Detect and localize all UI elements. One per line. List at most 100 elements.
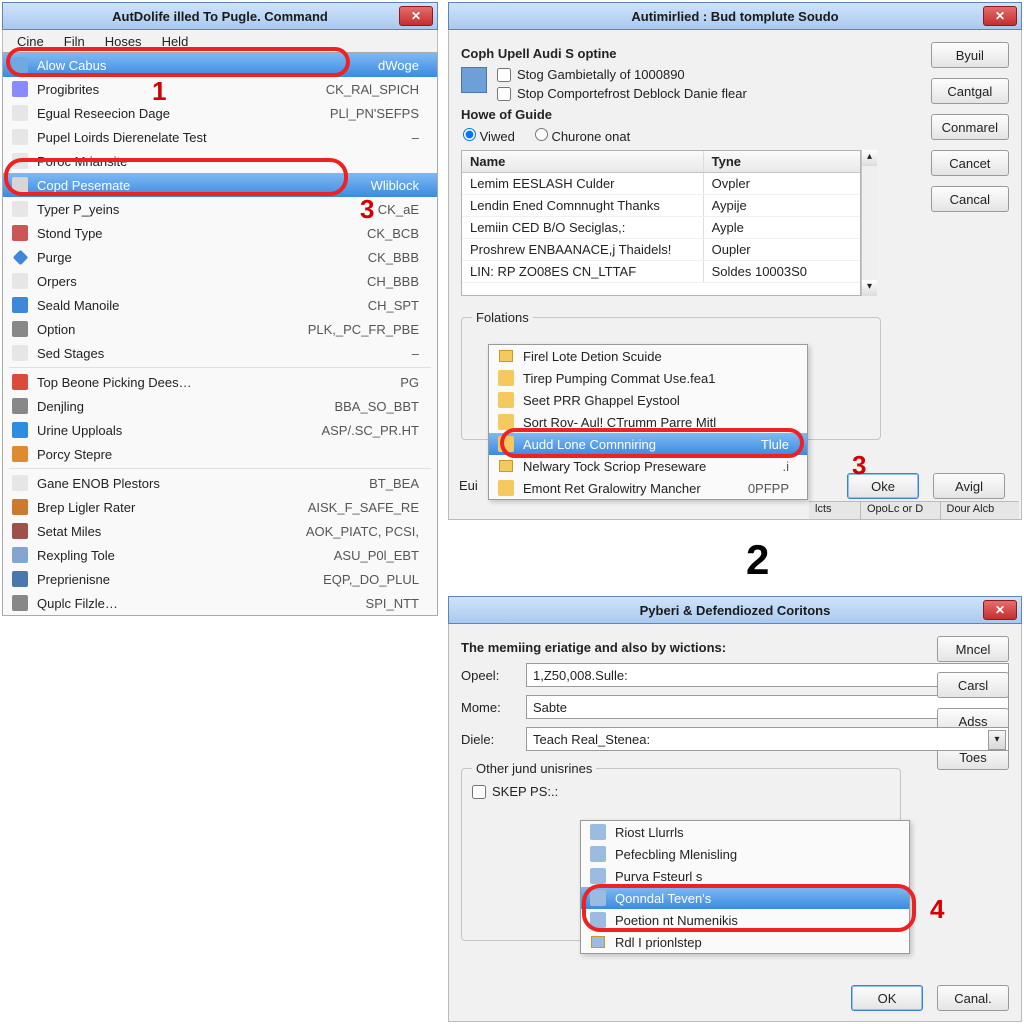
menu-item[interactable]: Gane ENOB PlestorsBT_BEA [3,471,437,495]
menu-item[interactable]: Alow CabusdWoge [3,53,437,77]
combo-diele[interactable]: Teach Real_Stenea: ▾ [526,727,1009,751]
check-2-label: Stop Comportefrost Deblock Danie flear [517,86,747,101]
menu-item[interactable]: PurgeCK_BBB [3,245,437,269]
dropdown-item[interactable]: Qonndal Teven's [581,887,909,909]
context-item[interactable]: Sort Rov- Aul! CTrumm Parre Mitl [489,411,807,433]
menu-item[interactable]: Pupel Loirds Dierenelate Test– [3,125,437,149]
btn-conmarel[interactable]: Conmarel [931,114,1009,140]
table-row[interactable]: Lemim EESLASH CulderOvpler [462,173,860,195]
btn-carsl[interactable]: Carsl [937,672,1009,698]
menu-item[interactable]: Egual Reseecion DagePLl_PN'SEFPS [3,101,437,125]
page-icon [12,571,28,587]
menu-held[interactable]: Held [156,33,195,50]
page-icon [590,890,606,906]
label-diele: Diele: [461,732,516,747]
menu-item-accel: SPI_NTT [366,596,429,611]
window-title-3: Pyberi & Defendiozed Coritons [640,603,831,618]
gear-icon [12,398,28,414]
menu-item[interactable]: Setat MilesAOK_PIATC, PCSI, [3,519,437,543]
menu-item-label: Sed Stages [37,346,404,361]
chevron-down-icon[interactable]: ▾ [988,730,1006,750]
close-icon[interactable]: ✕ [983,6,1017,26]
btn-ok[interactable]: OK [851,985,923,1011]
dropdown-item[interactable]: Purva Fsteurl s [581,865,909,887]
folder-icon [591,936,605,948]
scroll-up-icon[interactable]: ▴ [862,150,877,166]
menu-item[interactable]: Seald ManoileCH_SPT [3,293,437,317]
btn-byuil[interactable]: Byuil [931,42,1009,68]
menu-item-label: Porcy Stepre [37,447,411,462]
btn-cancal[interactable]: Cancal [931,186,1009,212]
menu-item-accel: CK_aE [378,202,429,217]
menu-item[interactable]: Poroc Mriansite [3,149,437,173]
dropdown-item[interactable]: Poetion nt Numenikis [581,909,909,931]
context-item[interactable]: Firel Lote Detion Scuide [489,345,807,367]
menu-item[interactable]: Top Beone Picking Dees…PG [3,370,437,394]
col-header-type[interactable]: Tyne [704,151,860,172]
scrollbar[interactable]: ▴ ▾ [861,150,877,296]
page-icon [590,824,606,840]
menu-item[interactable]: DenjlingBBA_SO_BBT [3,394,437,418]
copy-icon [12,177,28,193]
page-icon [12,153,28,169]
dropdown-item[interactable]: Riost Llurrls [581,821,909,843]
heading-3: The memiing eriatige and also by wiction… [461,640,1009,655]
close-icon[interactable]: ✕ [399,6,433,26]
menu-item[interactable]: Urine UpploalsASP/.SC_PR.HT [3,418,437,442]
menu-hoses[interactable]: Hoses [99,33,148,50]
check-skep[interactable] [472,785,486,799]
menu-item-accel: AOK_PIATC, PCSI, [306,524,429,539]
menu-item[interactable]: OptionPLK,_PC_FR_PBE [3,317,437,341]
context-item[interactable]: Tirep Pumping Commat Use.fea1 [489,367,807,389]
context-item[interactable]: Audd Lone ComnniringTlule [489,433,807,455]
context-item[interactable]: Nelwary Tock Scriop Preseware.i [489,455,807,477]
menu-filn[interactable]: Filn [58,33,91,50]
col-header-name[interactable]: Name [462,151,704,172]
status-2: OpoLc or D [861,502,941,519]
callout-3b: 3 [852,450,866,481]
table-row[interactable]: LIN: RP ZO08ES CN_LTTAFSoldes 10003S0 [462,261,860,283]
table-row[interactable]: Lendin Ened Comnnught ThanksAypije [462,195,860,217]
menu-item[interactable]: PreprienisneEQP,_DO_PLUL [3,567,437,591]
table-row[interactable]: Lemiin CED B/O Seciglas,:Ayple [462,217,860,239]
menu-item[interactable]: Quplc Filzle…SPI_NTT [3,591,437,615]
btn-cantgal[interactable]: Cantgal [931,78,1009,104]
menu-item[interactable]: ProgibritesCK_RAl_SPICH [3,77,437,101]
menu-item-accel: CK_RAl_SPICH [326,82,429,97]
context-item[interactable]: Emont Ret Gralowitry Mancher0PFPP [489,477,807,499]
page-icon [590,868,606,884]
radio-churone[interactable]: Churone onat [535,128,630,144]
menu-item-accel: BT_BEA [369,476,429,491]
menu-item[interactable]: OrpersCH_BBB [3,269,437,293]
dropdown-item[interactable]: Pefecbling Mlenisling [581,843,909,865]
text-icon [12,201,28,217]
close-icon[interactable]: ✕ [983,600,1017,620]
context-item[interactable]: Seet PRR Ghappel Eystool [489,389,807,411]
menu-cine[interactable]: Cine [11,33,50,50]
scroll-down-icon[interactable]: ▾ [862,280,877,296]
menu-item-label: Rexpling Tole [37,548,326,563]
menu-item-label: Pupel Loirds Dierenelate Test [37,130,404,145]
page-icon [590,912,606,928]
menu-item[interactable]: Porcy Stepre [3,442,437,466]
play-icon [12,225,28,241]
check-1[interactable] [497,68,511,82]
radio-viwed[interactable]: Viwed [463,128,515,144]
menu-item[interactable]: Brep Ligler RaterAISK_F_SAFE_RE [3,495,437,519]
check-2[interactable] [497,87,511,101]
btn-mncel[interactable]: Mncel [937,636,1009,662]
dropdown-item[interactable]: Rdl I prionlstep [581,931,909,953]
menu-item-accel: CK_BCB [367,226,429,241]
menu-item[interactable]: Sed Stages– [3,341,437,365]
fieldset-other-legend: Other jund unisrines [472,761,596,776]
window-titlebar: AutDolife illed To Pugle. Command ✕ [2,2,438,30]
btn-avigl[interactable]: Avigl [933,473,1005,499]
menu-item-label: Preprienisne [37,572,315,587]
table-row[interactable]: Proshrew ENBAANACE,j Thaidels!Oupler [462,239,860,261]
menu-item[interactable]: Rexpling ToleASU_P0l_EBT [3,543,437,567]
gear-icon [12,321,28,337]
menu-item-accel: Wliblock [371,178,429,193]
btn-canal[interactable]: Canal. [937,985,1009,1011]
menu-item-label: Alow Cabus [37,58,370,73]
btn-cancet[interactable]: Cancet [931,150,1009,176]
